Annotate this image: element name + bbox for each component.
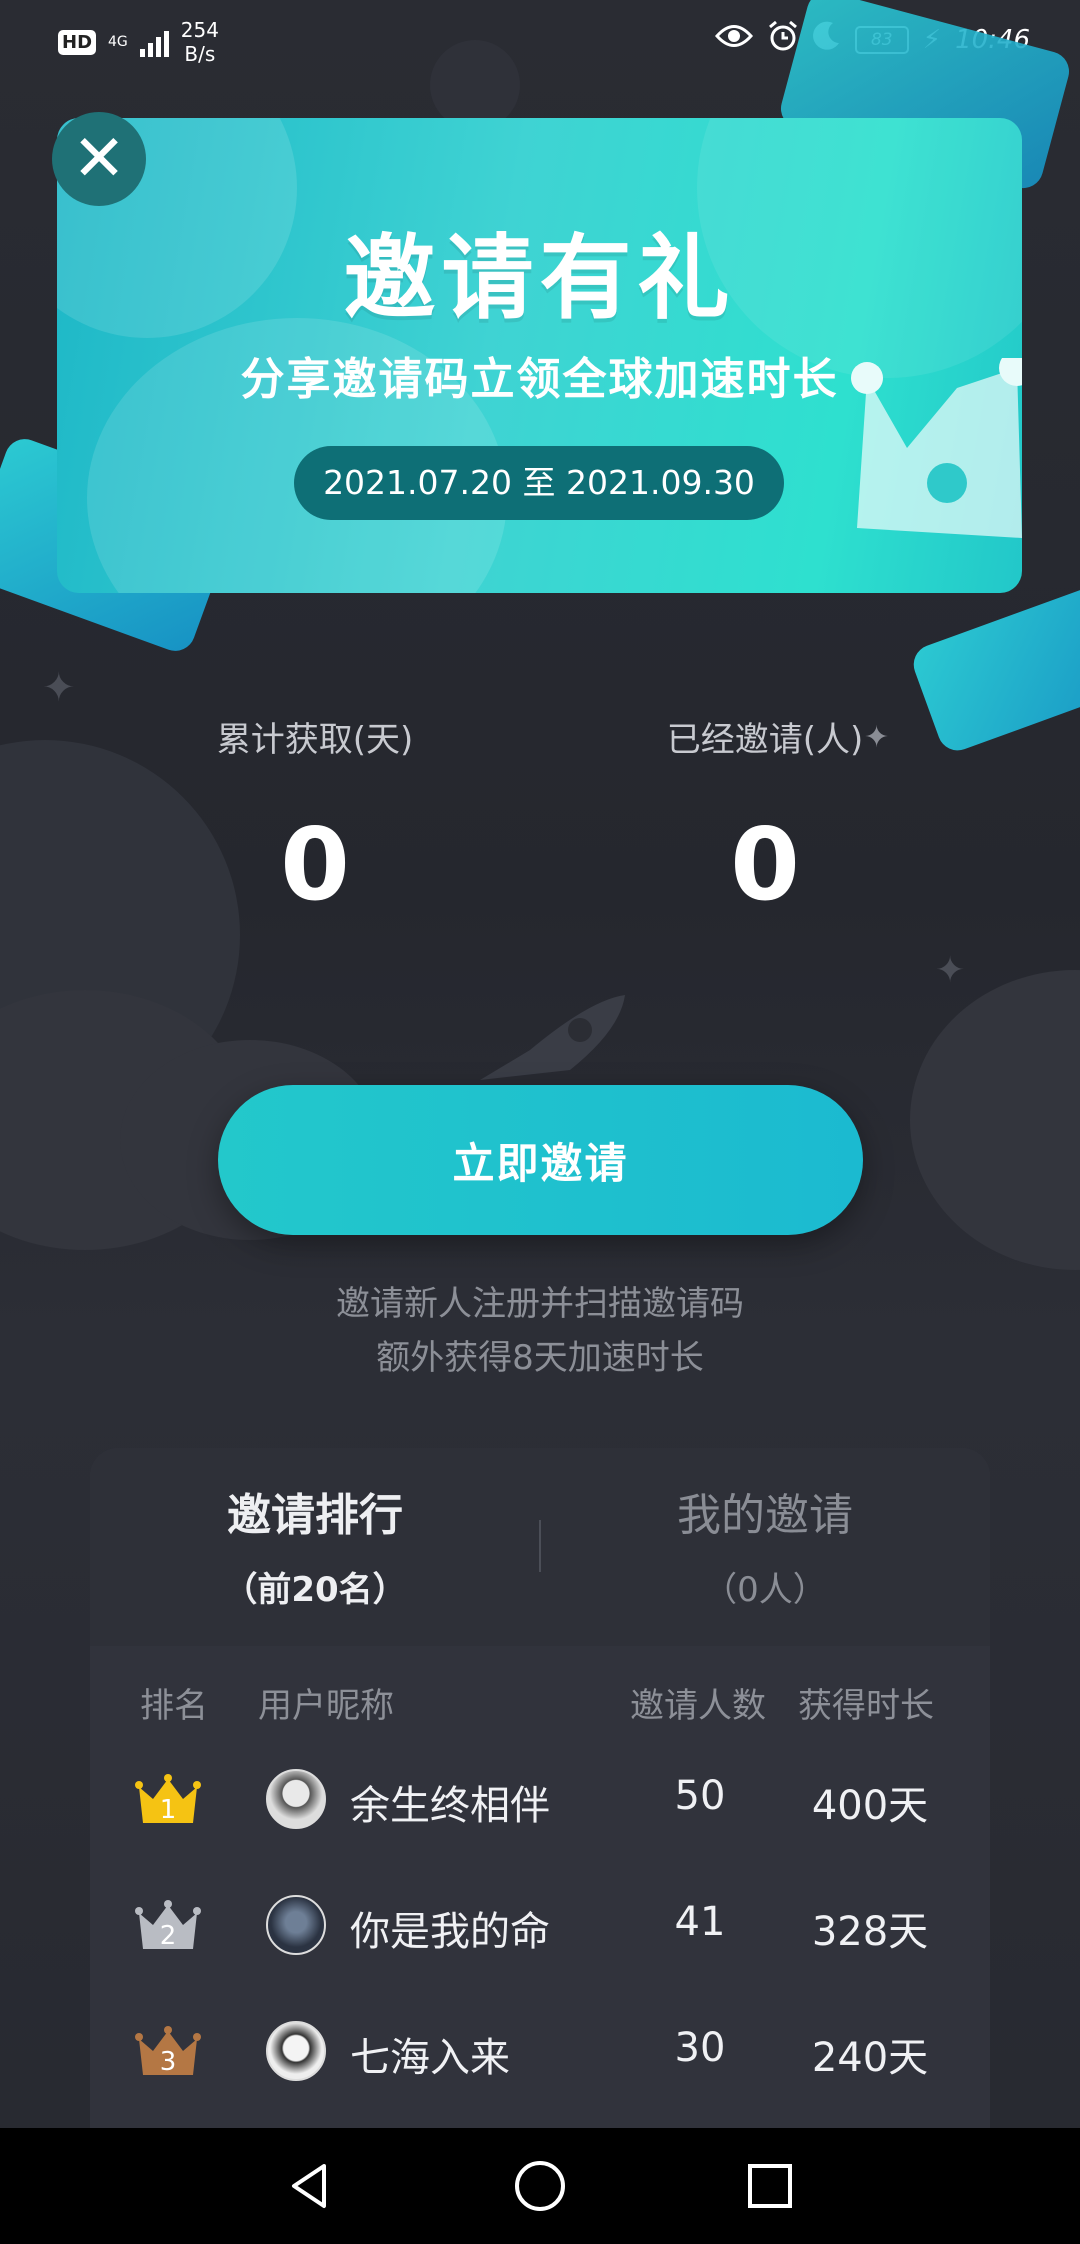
eye-icon <box>714 23 753 56</box>
promo-banner: 邀请有礼 分享邀请码立领全球加速时长 2021.07.20 至 2021.09.… <box>57 118 1022 593</box>
rocket-icon <box>470 990 630 1094</box>
header-duration: 获得时长 <box>798 1686 934 1726</box>
back-triangle-icon <box>292 2164 326 2208</box>
earned-duration: 400天 <box>811 1783 929 1829</box>
planet-decoration-small <box>430 40 520 130</box>
rank-number: 1 <box>160 1795 177 1825</box>
sparkle-icon: ✦ <box>42 665 76 711</box>
banner-title: 邀请有礼 <box>343 225 736 332</box>
recents-square-icon <box>748 2164 792 2208</box>
invite-count: 41 <box>674 1899 726 1945</box>
user-nickname: 七海入来 <box>350 2035 510 2081</box>
back-button[interactable] <box>280 2156 340 2216</box>
avatar <box>266 1895 326 1955</box>
invite-count: 30 <box>674 2025 726 2071</box>
ranking-table-header: 排名 用户昵称 邀请人数 获得时长 <box>90 1678 990 1728</box>
cloud-decoration <box>910 970 1080 1270</box>
bronze-crown-icon: 3 <box>135 2025 201 2079</box>
invited-count-label: 已经邀请(人) <box>666 720 864 760</box>
avatar <box>266 1769 326 1829</box>
close-button[interactable]: ✕ <box>52 112 146 206</box>
rank-number: 3 <box>160 2047 177 2077</box>
table-row: 3 七海入来 30 240天 <box>90 2007 990 2107</box>
banner-subtitle: 分享邀请码立领全球加速时长 <box>240 354 839 405</box>
signal-icon <box>139 27 169 57</box>
header-count: 邀请人数 <box>630 1686 766 1726</box>
rank-number: 2 <box>160 1921 177 1951</box>
sparkle-icon: ✦ <box>935 950 966 991</box>
system-nav-bar <box>0 2128 1080 2244</box>
table-row: 1 余生终相伴 50 400天 <box>90 1755 990 1855</box>
date-range-badge: 2021.07.20 至 2021.09.30 <box>294 446 784 520</box>
invite-count: 50 <box>674 1773 726 1819</box>
header-rank: 排名 <box>140 1686 208 1726</box>
network-type: 4G <box>108 34 128 50</box>
total-days-value: 0 <box>280 806 350 923</box>
total-days-label: 累计获取(天) <box>216 720 414 760</box>
tab-my-invites[interactable]: 我的邀请 （0人） <box>540 1488 990 1611</box>
invite-now-button[interactable]: 立即邀请 <box>218 1085 863 1235</box>
table-row: 2 你是我的命 41 328天 <box>90 1881 990 1981</box>
invite-page: HD 4G 254 B/s 83 ⚡ 10:46 <box>0 0 1080 2244</box>
invited-count-value: 0 <box>730 806 800 923</box>
silver-crown-icon: 2 <box>135 1899 201 1953</box>
tab-invite-ranking[interactable]: 邀请排行 （前20名） <box>90 1488 540 1611</box>
invite-now-label: 立即邀请 <box>452 1138 629 1188</box>
invite-tip-line2: 额外获得8天加速时长 <box>376 1338 704 1378</box>
network-speed: 254 B/s <box>180 18 219 66</box>
user-nickname: 你是我的命 <box>350 1909 550 1955</box>
avatar <box>266 2021 326 2081</box>
close-icon: ✕ <box>72 122 126 196</box>
ranking-panel: 邀请排行 （前20名） 我的邀请 （0人） 排名 用户昵称 邀请人数 获得时长 … <box>90 1448 990 2244</box>
tab-bar: 邀请排行 （前20名） 我的邀请 （0人） <box>90 1448 990 1646</box>
home-button[interactable] <box>510 2156 570 2216</box>
earned-duration: 240天 <box>811 2035 929 2081</box>
home-circle-icon <box>515 2161 565 2211</box>
user-nickname: 余生终相伴 <box>350 1783 550 1829</box>
hd-indicator: HD <box>58 29 97 55</box>
invite-tip-line1: 邀请新人注册并扫描邀请码 <box>336 1284 744 1324</box>
header-nickname: 用户昵称 <box>258 1686 394 1726</box>
earned-duration: 328天 <box>811 1909 929 1955</box>
gold-crown-icon: 1 <box>135 1773 201 1827</box>
recents-button[interactable] <box>740 2156 800 2216</box>
